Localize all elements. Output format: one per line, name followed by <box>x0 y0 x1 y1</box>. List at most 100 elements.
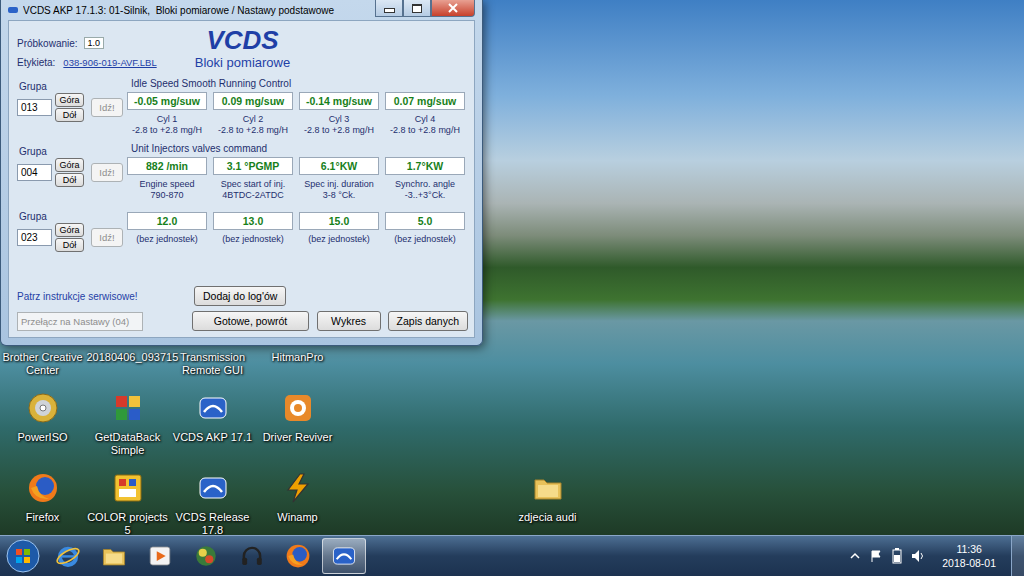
value-range: -2.8 to +2.8 mg/H <box>390 125 460 136</box>
firefox-icon <box>27 472 59 504</box>
taskbar-button[interactable] <box>92 538 136 574</box>
value-field: 15.0 (bez jednostek) <box>299 212 379 245</box>
vcds-icon <box>197 472 229 504</box>
value-field: -0.05 mg/suw Cyl 1 -2.8 to +2.8 mg/H <box>127 92 207 136</box>
taskbar-button[interactable] <box>184 538 228 574</box>
group-number-field[interactable]: 013 <box>17 99 52 116</box>
desktop-icon[interactable]: Driver Reviver <box>255 392 340 472</box>
taskbar-button[interactable] <box>46 538 90 574</box>
group-go-button[interactable]: Idź! <box>91 98 123 117</box>
winamp-icon <box>282 472 314 504</box>
app-icon <box>193 543 219 569</box>
value-box: 0.09 mg/suw <box>213 92 293 110</box>
group-caption: Grupa <box>19 211 127 222</box>
group-values: Unit Injectors valves command 882 /min E… <box>127 143 468 201</box>
value-box: 882 /min <box>127 157 207 175</box>
value-name: Cyl 2 <box>243 114 264 125</box>
group-title: Unit Injectors valves command <box>131 143 468 154</box>
taskbar-button[interactable] <box>322 538 366 574</box>
minimize-button[interactable] <box>375 0 403 17</box>
desktop-icon[interactable]: COLOR projects 5 <box>85 472 170 535</box>
group-down-button[interactable]: Dół <box>55 108 84 122</box>
clock-time: 11:36 <box>956 542 982 556</box>
group-go-button[interactable]: Idź! <box>91 163 123 182</box>
desktop-icon[interactable]: GetDataBack Simple <box>85 392 170 472</box>
desktop-folder[interactable]: zdjecia audi <box>505 472 590 524</box>
value-range: 4BTDC-2ATDC <box>222 190 283 201</box>
group-number-field[interactable]: 004 <box>17 164 52 181</box>
app-icon <box>8 7 18 13</box>
value-range: -2.8 to +2.8 mg/H <box>132 125 202 136</box>
internet-explorer-icon <box>55 543 81 569</box>
desktop-icon-label: Firefox <box>2 511 84 524</box>
value-name: Spec inj. duration <box>304 179 374 190</box>
value-range: -3..+3°Ck. <box>405 190 445 201</box>
group-down-button[interactable]: Dół <box>55 173 84 187</box>
window-controls <box>375 0 475 17</box>
close-button[interactable] <box>431 0 475 17</box>
sampling-value: 1.0 <box>84 37 105 49</box>
group-up-button[interactable]: Góra <box>55 158 84 172</box>
value-name: (bez jednostek) <box>308 234 370 245</box>
sampling-label: Próbkowanie: <box>17 38 78 49</box>
value-name: Cyl 4 <box>415 114 436 125</box>
desktop: Brother Creative Center 20180406_093715 … <box>0 0 1024 535</box>
maximize-icon <box>412 4 422 13</box>
window-client: Próbkowanie: 1.0 VCDS Etykieta: 038-906-… <box>8 20 475 338</box>
footer-button[interactable]: Zapis danych <box>388 311 468 331</box>
group-caption: Grupa <box>19 81 127 92</box>
value-name: (bez jednostek) <box>136 234 198 245</box>
switch-to-basic-settings-field[interactable]: Przełącz na Nastawy (04) <box>17 312 143 331</box>
taskbar-button[interactable] <box>138 538 182 574</box>
value-box: 13.0 <box>213 212 293 230</box>
show-hidden-icons-icon[interactable] <box>850 551 860 561</box>
action-center-flag-icon[interactable] <box>869 549 883 563</box>
start-button[interactable] <box>0 539 46 573</box>
add-to-log-button[interactable]: Dodaj do log'ów <box>194 286 286 306</box>
folder-icon <box>532 472 564 504</box>
value-box: 0.07 mg/suw <box>385 92 465 110</box>
window-title: VCDS AKP 17.1.3: 01-Silnik, Bloki pomiar… <box>23 5 370 16</box>
footer-button[interactable]: Wykres <box>317 311 381 331</box>
value-field: 1.7°KW Synchro. angle -3..+3°Ck. <box>385 157 465 201</box>
title-bar[interactable]: VCDS AKP 17.1.3: 01-Silnik, Bloki pomiar… <box>8 0 475 20</box>
group-controls: Grupa 013 Góra Dół Idź! <box>17 78 127 122</box>
group-up-button[interactable]: Góra <box>55 223 84 237</box>
group-up-button[interactable]: Góra <box>55 93 84 107</box>
desktop-icon-label: GetDataBack Simple <box>87 431 169 457</box>
desktop-icon[interactable]: VCDS AKP 17.1 <box>170 392 255 472</box>
label-row: Etykieta: 038-906-019-AVF.LBL <box>17 57 195 68</box>
desktop-icon[interactable]: PowerISO <box>0 392 85 472</box>
value-field: 0.09 mg/suw Cyl 2 -2.8 to +2.8 mg/H <box>213 92 293 136</box>
value-field: 5.0 (bez jednostek) <box>385 212 465 245</box>
folder-icon <box>101 543 127 569</box>
desktop-icon[interactable]: Winamp <box>255 472 340 535</box>
group-number-field[interactable]: 023 <box>17 229 52 246</box>
windows-logo-icon <box>6 539 40 573</box>
headset-icon <box>239 543 265 569</box>
desktop-icon-label: VCDS AKP 17.1 <box>172 431 254 444</box>
value-box: -0.05 mg/suw <box>127 92 207 110</box>
media-player-icon <box>147 543 173 569</box>
group-go-button[interactable]: Idź! <box>91 228 123 247</box>
taskbar-button[interactable] <box>230 538 274 574</box>
vcds-icon <box>331 543 357 569</box>
taskbar-button[interactable] <box>276 538 320 574</box>
vcds-logo: VCDS <box>195 25 290 56</box>
subtitle: Bloki pomiarowe <box>195 55 290 70</box>
show-desktop-button[interactable] <box>1011 536 1024 576</box>
footer-button[interactable]: Gotowe, powrót <box>192 311 309 331</box>
battery-icon[interactable] <box>892 548 902 564</box>
desktop-icon-label: HitmanPro <box>257 351 339 364</box>
clock[interactable]: 11:36 2018-08-01 <box>936 542 1002 570</box>
group-down-button[interactable]: Dół <box>55 238 84 252</box>
maximize-button[interactable] <box>403 0 431 17</box>
label-file-link[interactable]: 038-906-019-AVF.LBL <box>63 57 156 68</box>
poweriso-icon <box>27 392 59 424</box>
desktop-icon[interactable]: VCDS Release 17.8 <box>170 472 255 535</box>
desktop-icon-label: Brother Creative Center <box>2 351 84 377</box>
system-tray: 11:36 2018-08-01 <box>850 536 1024 576</box>
desktop-icon[interactable]: Firefox <box>0 472 85 535</box>
volume-icon[interactable] <box>911 549 927 563</box>
value-range: -2.8 to +2.8 mg/H <box>304 125 374 136</box>
